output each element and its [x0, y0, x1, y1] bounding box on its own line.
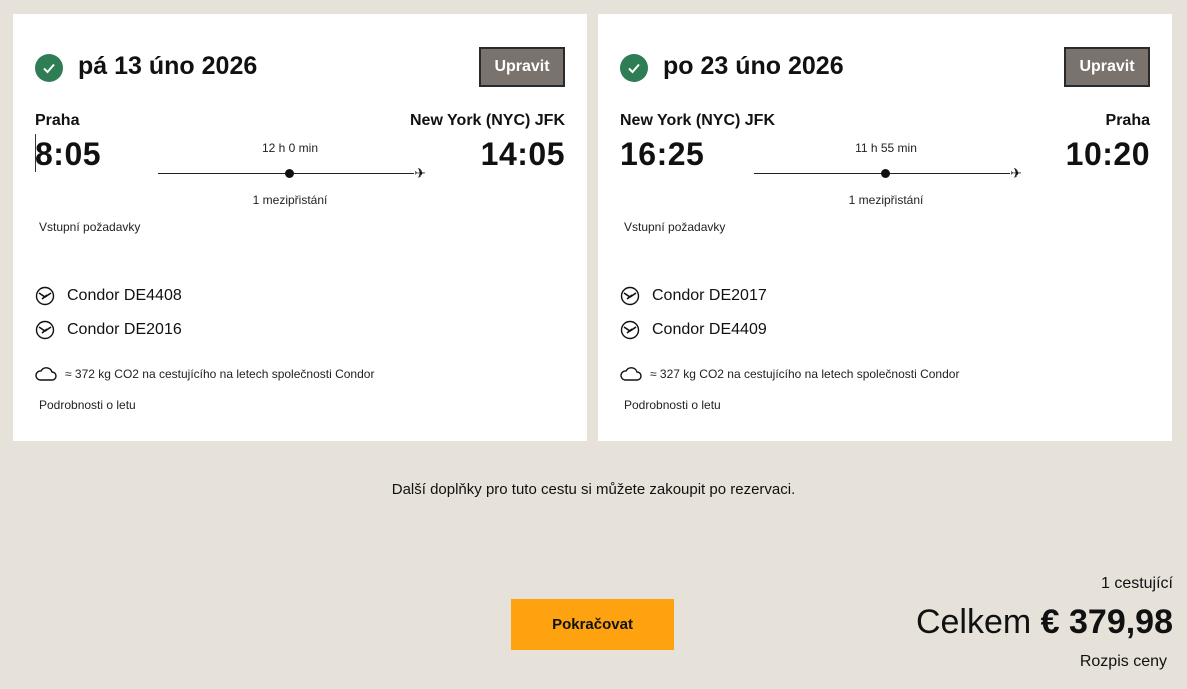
- departure-time: 16:25: [620, 136, 705, 172]
- flight-segment: Condor DE4409: [620, 320, 767, 340]
- flight-details-link[interactable]: Podrobnosti o letu: [624, 398, 721, 412]
- flight-segment: Condor DE2017: [620, 286, 767, 306]
- check-circle-icon: [620, 54, 648, 82]
- cloud-icon: [620, 367, 642, 381]
- route-line: ✈: [158, 165, 426, 181]
- origin-city: New York (NYC) JFK: [620, 112, 775, 129]
- origin-city: Praha: [35, 112, 80, 129]
- outbound-flight-card: pá 13 úno 2026 Upravit Praha New York (N…: [13, 14, 587, 441]
- stops-count: 1 mezipřistání: [252, 193, 328, 207]
- co2-info: ≈ 372 kg CO2 na cestujícího na letech sp…: [35, 366, 374, 382]
- edit-button[interactable]: Upravit: [1064, 47, 1150, 87]
- inbound-flight-card: po 23 úno 2026 Upravit New York (NYC) JF…: [598, 14, 1172, 441]
- airplane-icon: ✈: [414, 165, 426, 181]
- continue-button[interactable]: Pokračovat: [511, 599, 674, 650]
- co2-text: ≈ 327 kg CO2 na cestujícího na letech sp…: [650, 367, 960, 381]
- condor-logo-icon: [35, 286, 55, 306]
- flight-date: pá 13 úno 2026: [78, 52, 258, 80]
- flight-segment: Condor DE4408: [35, 286, 182, 306]
- stops-count: 1 mezipřistání: [848, 193, 924, 207]
- flight-number: Condor DE4408: [67, 287, 182, 304]
- arrival-time: 10:20: [1065, 136, 1150, 172]
- condor-logo-icon: [35, 320, 55, 340]
- flight-number: Condor DE2016: [67, 321, 182, 338]
- stopover-dot: [881, 169, 890, 178]
- flight-number: Condor DE4409: [652, 321, 767, 338]
- passenger-count: 1 cestující: [1100, 575, 1173, 592]
- flight-number: Condor DE2017: [652, 287, 767, 304]
- total-label: Celkem: [915, 603, 1032, 641]
- total-amount: € 379,98: [1040, 603, 1173, 641]
- arrival-time: 14:05: [480, 136, 565, 172]
- airplane-icon: ✈: [1010, 165, 1022, 181]
- condor-logo-icon: [620, 286, 640, 306]
- edit-button[interactable]: Upravit: [479, 47, 565, 87]
- price-breakdown-link[interactable]: Rozpis ceny: [1080, 653, 1167, 671]
- cloud-icon: [35, 367, 57, 381]
- stopover-dot: [285, 169, 294, 178]
- flight-date: po 23 úno 2026: [663, 52, 844, 80]
- flight-segment: Condor DE2016: [35, 320, 182, 340]
- entry-requirements-link[interactable]: Vstupní požadavky: [624, 220, 725, 234]
- departure-time: 8:05: [35, 136, 102, 172]
- condor-logo-icon: [620, 320, 640, 340]
- entry-requirements-link[interactable]: Vstupní požadavky: [39, 220, 140, 234]
- flight-details-link[interactable]: Podrobnosti o letu: [39, 398, 136, 412]
- destination-city: Praha: [1105, 112, 1150, 129]
- co2-info: ≈ 327 kg CO2 na cestujícího na letech sp…: [620, 366, 959, 382]
- check-circle-icon: [35, 54, 63, 82]
- co2-text: ≈ 372 kg CO2 na cestujícího na letech sp…: [65, 367, 375, 381]
- total-price: Celkem € 379,98: [916, 603, 1173, 642]
- addons-note: Další doplňky pro tuto cestu si můžete z…: [391, 481, 796, 498]
- flight-duration: 11 h 55 min: [855, 141, 917, 155]
- route-line: ✈: [754, 165, 1022, 181]
- flight-duration: 12 h 0 min: [261, 141, 319, 155]
- destination-city: New York (NYC) JFK: [410, 112, 565, 129]
